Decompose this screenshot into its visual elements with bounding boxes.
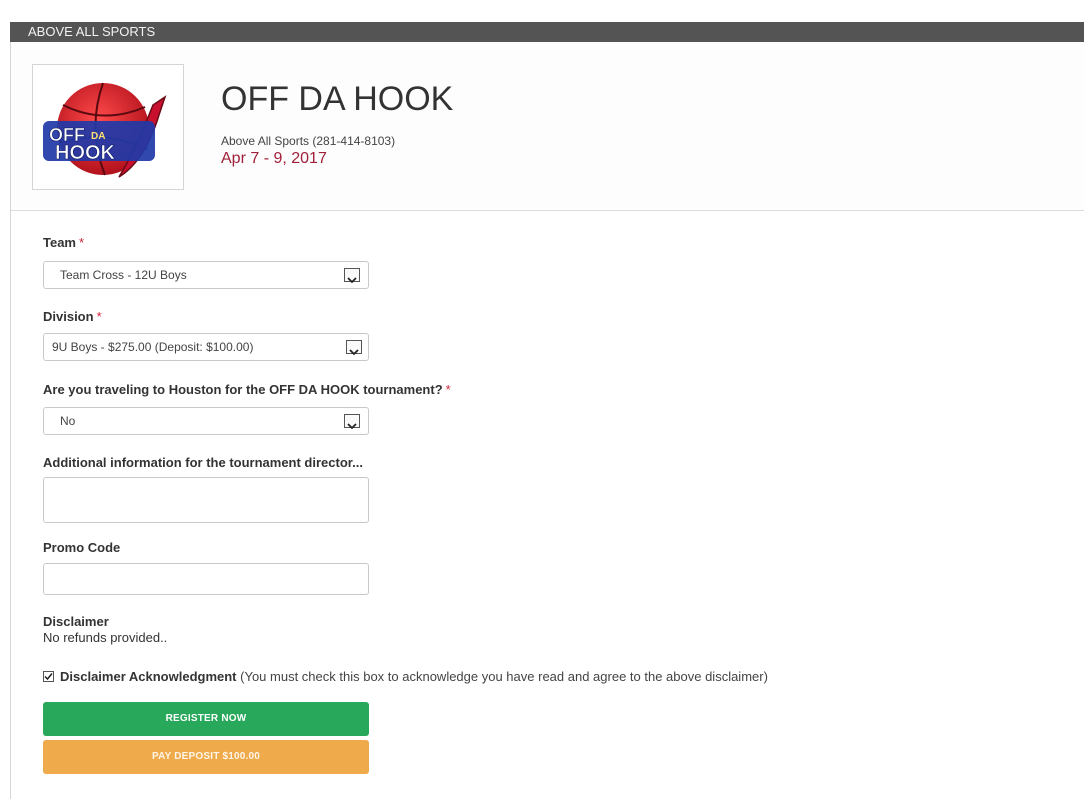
- acknowledgment-checkbox[interactable]: [43, 671, 54, 682]
- chevron-down-icon: [344, 414, 360, 430]
- team-label: Team *: [43, 235, 84, 250]
- chevron-down-icon: [346, 340, 362, 356]
- division-label: Division *: [43, 309, 102, 324]
- division-select-value: 9U Boys - $275.00 (Deposit: $100.00): [52, 340, 254, 354]
- additional-info-label: Additional information for the tournamen…: [43, 455, 363, 470]
- site-title: ABOVE ALL SPORTS: [28, 24, 156, 39]
- event-dates: Apr 7 - 9, 2017: [221, 150, 327, 167]
- disclaimer-heading: Disclaimer: [43, 614, 109, 629]
- traveling-select[interactable]: No: [43, 407, 369, 435]
- additional-info-textarea[interactable]: [43, 477, 369, 523]
- team-select[interactable]: Team Cross - 12U Boys: [43, 261, 369, 289]
- disclaimer-acknowledgment: Disclaimer Acknowledgment (You must chec…: [43, 669, 768, 684]
- traveling-select-value: No: [60, 414, 76, 428]
- traveling-label-text: Are you traveling to Houston for the OFF…: [43, 382, 443, 397]
- disclaimer-text: No refunds provided..: [43, 630, 168, 645]
- acknowledgment-label: Disclaimer Acknowledgment: [60, 669, 237, 684]
- required-mark: *: [96, 309, 102, 324]
- team-label-text: Team: [43, 235, 76, 250]
- required-mark: *: [79, 235, 85, 250]
- svg-text:HOOK: HOOK: [55, 142, 116, 164]
- register-now-button[interactable]: REGISTER NOW: [43, 702, 369, 736]
- event-organizer: Above All Sports (281-414-8103): [221, 134, 396, 148]
- division-label-text: Division: [43, 309, 94, 324]
- site-title-bar: ABOVE ALL SPORTS: [10, 22, 1084, 42]
- event-title: OFF DA HOOK: [221, 80, 454, 118]
- promo-code-input[interactable]: [43, 563, 369, 595]
- pay-deposit-button[interactable]: PAY DEPOSIT $100.00: [43, 740, 369, 774]
- event-logo: OFF DA HOOK: [32, 64, 184, 190]
- traveling-label: Are you traveling to Houston for the OFF…: [43, 382, 451, 397]
- required-mark: *: [445, 382, 451, 397]
- svg-text:DA: DA: [91, 131, 105, 142]
- basketball-hook-logo-icon: OFF DA HOOK: [43, 82, 167, 178]
- checkmark-icon: [44, 673, 53, 681]
- chevron-down-icon: [344, 268, 360, 284]
- promo-code-label: Promo Code: [43, 540, 121, 555]
- event-header: OFF DA HOOK OFF DA HOOK Above All Sports…: [11, 42, 1084, 211]
- division-select[interactable]: 9U Boys - $275.00 (Deposit: $100.00): [43, 333, 369, 361]
- team-select-value: Team Cross - 12U Boys: [60, 268, 187, 282]
- acknowledgment-hint: (You must check this box to acknowledge …: [240, 669, 768, 684]
